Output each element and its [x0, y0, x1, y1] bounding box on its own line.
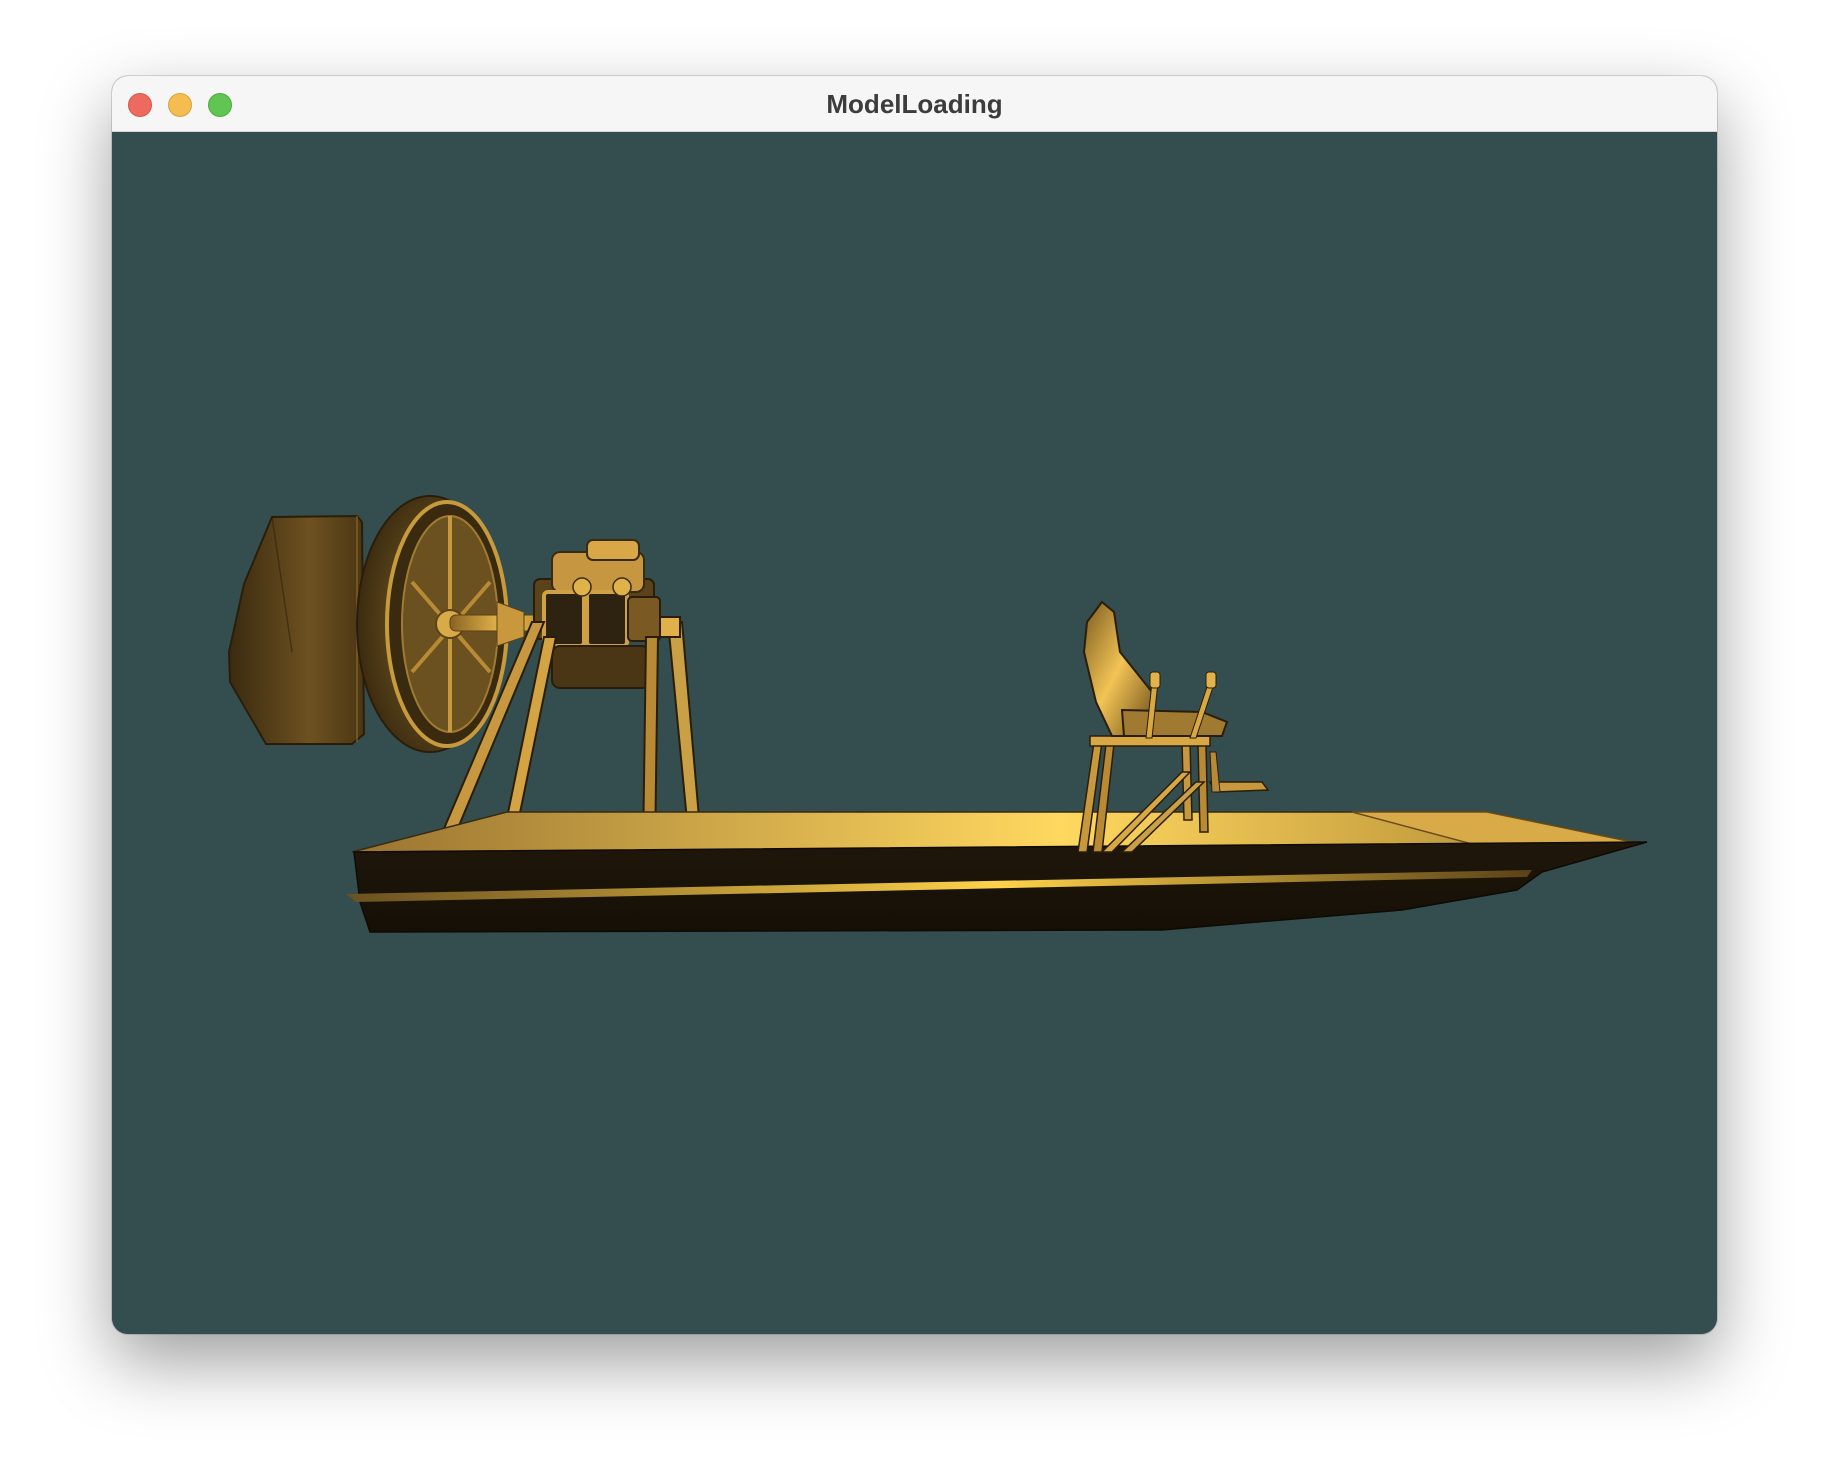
title-bar[interactable]: ModelLoading: [112, 76, 1717, 132]
app-window: ModelLoading: [112, 76, 1717, 1334]
engine: [533, 539, 661, 689]
window-title: ModelLoading: [826, 89, 1003, 119]
airboat-model: [227, 495, 1648, 933]
hull: [346, 841, 1648, 933]
rudder: [227, 514, 366, 745]
opengl-viewport[interactable]: [112, 132, 1717, 1334]
